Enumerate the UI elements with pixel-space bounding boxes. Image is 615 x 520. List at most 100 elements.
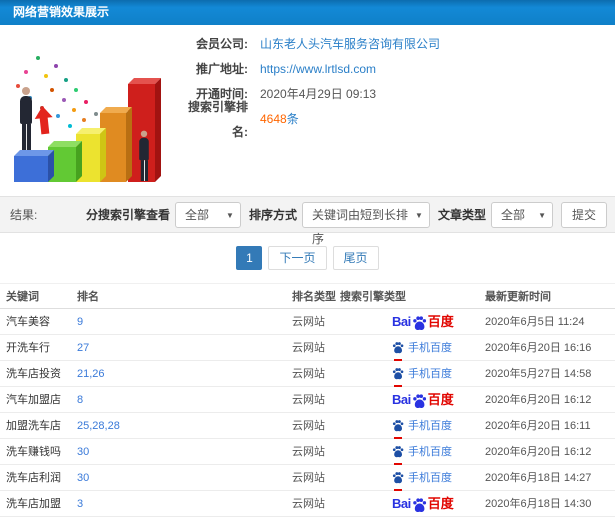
up-arrow-icon	[33, 105, 54, 137]
rank-type-cell: 云网站	[292, 316, 325, 328]
mobile-baidu-label: 手机百度	[408, 472, 452, 484]
baidu-paw-icon	[392, 367, 404, 379]
mobile-baidu-icon	[392, 413, 404, 439]
baidu-logo-cn: 百度	[427, 496, 454, 511]
engine-type-cell: 手机百度	[340, 335, 485, 361]
article-type-label: 文章类型	[437, 208, 486, 222]
pagination: 1 下一页 尾页	[0, 233, 615, 283]
sort-select[interactable]: 关键词由短到长排序 ▼	[301, 201, 430, 246]
baidu-logo-text: Bai	[392, 392, 411, 407]
company-name-link[interactable]: 山东老人头汽车服务咨询有限公司	[260, 32, 440, 57]
update-time-cell: 2020年6月20日 16:12	[485, 394, 592, 406]
article-type-select-value: 全部	[500, 207, 525, 222]
mobile-baidu-icon	[392, 439, 404, 465]
info-section: 会员公司: 山东老人头汽车服务咨询有限公司 推广地址: https://www.…	[0, 25, 615, 196]
table-row: 汽车加盟店 8 云网站 Bai 百度 2020年6月20日 16:12	[0, 387, 615, 413]
rank-link[interactable]: 21,26	[77, 361, 292, 386]
table-header-row: 关键词 排名 排名类型 搜索引擎类型 最新更新时间	[0, 283, 615, 309]
engine-type-cell: 手机百度	[340, 361, 485, 387]
header-rank: 排名	[77, 291, 99, 303]
baidu-paw-icon	[392, 341, 404, 353]
company-info: 会员公司: 山东老人头汽车服务咨询有限公司 推广地址: https://www.…	[180, 32, 440, 139]
url-label: 推广地址:	[196, 62, 248, 76]
rank-type-cell: 云网站	[292, 446, 325, 458]
rank-type-cell: 云网站	[292, 498, 325, 510]
last-page-button[interactable]: 尾页	[332, 246, 379, 270]
rank-link[interactable]: 25,28,28	[77, 413, 292, 438]
keyword-cell: 汽车加盟店	[6, 394, 61, 406]
engine-type-cell: 手机百度	[340, 439, 485, 465]
update-time-cell: 2020年6月20日 16:11	[485, 420, 591, 432]
table-row: 汽车美容 9 云网站 Bai 百度 2020年6月5日 11:24	[0, 309, 615, 335]
rank-link[interactable]: 3	[77, 491, 292, 516]
engine-filter-label: 分搜索引擎查看	[85, 208, 170, 222]
engine-type-cell: 手机百度	[340, 465, 485, 491]
info-row-url: 推广地址: https://www.lrtlsd.com	[180, 57, 440, 82]
engine-type-cell: Bai 百度	[340, 491, 485, 516]
mobile-baidu-icon	[392, 465, 404, 491]
chevron-down-icon: ▼	[226, 210, 234, 220]
engine-type-cell: Bai 百度	[340, 309, 485, 334]
result-label: 结果:	[10, 208, 38, 222]
rank-link[interactable]: 30	[77, 439, 292, 464]
table-body: 汽车美容 9 云网站 Bai 百度 2020年6月5日 11:24 开洗车行 27…	[0, 309, 615, 517]
bar-blue	[14, 156, 48, 182]
header-rank-type: 排名类型	[292, 291, 336, 303]
engine-select-value: 全部	[184, 207, 209, 222]
confetti-dots	[10, 40, 14, 44]
filter-group: 分搜索引擎查看 全部 ▼ 排序方式 关键词由短到长排序 ▼ 文章类型 全部 ▼ …	[78, 201, 607, 246]
baidu-paw-icon	[412, 316, 426, 331]
update-time-cell: 2020年6月20日 16:12	[485, 446, 592, 458]
baidu-paw-icon	[412, 498, 426, 513]
mobile-baidu-label: 手机百度	[408, 368, 452, 380]
info-row-rank-count: 搜索引擎排名: 4648 条	[180, 100, 440, 139]
rank-type-cell: 云网站	[292, 368, 325, 380]
rank-link[interactable]: 30	[77, 465, 292, 490]
page-title: 网络营销效果展示	[13, 5, 110, 19]
update-time-cell: 2020年6月20日 16:16	[485, 342, 592, 354]
table-row: 洗车店加盟 3 云网站 Bai 百度 2020年6月18日 14:30	[0, 491, 615, 517]
keyword-cell: 开洗车行	[6, 342, 50, 354]
submit-button[interactable]: 提交	[560, 201, 607, 228]
article-type-select[interactable]: 全部 ▼	[490, 201, 553, 228]
info-row-company: 会员公司: 山东老人头汽车服务咨询有限公司	[180, 32, 440, 57]
keyword-cell: 洗车店利润	[6, 472, 61, 484]
rank-type-cell: 云网站	[292, 342, 325, 354]
engine-select[interactable]: 全部 ▼	[174, 201, 241, 228]
baidu-logo-text: Bai	[392, 314, 411, 329]
baidu-logo-cn: 百度	[427, 392, 454, 407]
keyword-cell: 加盟洗车店	[6, 420, 61, 432]
mobile-baidu-label: 手机百度	[408, 446, 452, 458]
update-time-cell: 2020年6月5日 11:24	[485, 316, 585, 328]
header-update-time: 最新更新时间	[485, 291, 551, 303]
rank-link[interactable]: 9	[77, 309, 292, 334]
baidu-logo-cn: 百度	[427, 314, 454, 329]
rank-count-label: 搜索引擎排名:	[187, 99, 248, 139]
mobile-baidu-icon	[392, 335, 404, 361]
open-time-value: 2020年4月29日 09:13	[260, 87, 377, 101]
page-button-current[interactable]: 1	[236, 246, 263, 270]
page: 网络营销效果展示 会员公司: 山东老人头汽车服务咨询有限公司 推广地址: htt…	[0, 0, 615, 520]
baidu-paw-icon	[412, 394, 426, 409]
update-time-cell: 2020年6月18日 14:30	[485, 498, 592, 510]
table-row: 洗车店利润 30 云网站 手机百度 2020年6月18日 14:27	[0, 465, 615, 491]
promo-url-link[interactable]: https://www.lrtlsd.com	[260, 57, 376, 82]
growth-chart-illustration	[2, 30, 180, 190]
table-row: 开洗车行 27 云网站 手机百度 2020年6月20日 16:16	[0, 335, 615, 361]
rank-type-cell: 云网站	[292, 420, 325, 432]
sort-filter-label: 排序方式	[248, 208, 297, 222]
update-time-cell: 2020年6月18日 14:27	[485, 472, 592, 484]
header-engine-type: 搜索引擎类型	[340, 291, 406, 303]
chevron-down-icon: ▼	[415, 210, 423, 220]
mobile-baidu-icon	[392, 361, 404, 387]
baidu-paw-icon	[392, 445, 404, 457]
rank-count-unit: 条	[286, 112, 299, 126]
rank-link[interactable]: 27	[77, 335, 292, 360]
baidu-paw-icon	[392, 471, 404, 483]
titlebar: 网络营销效果展示	[0, 0, 615, 25]
rank-link[interactable]: 8	[77, 387, 292, 412]
ranking-table: 关键词 排名 排名类型 搜索引擎类型 最新更新时间 汽车美容 9 云网站 Bai…	[0, 283, 615, 517]
rank-type-cell: 云网站	[292, 394, 325, 406]
baidu-paw-icon	[392, 419, 404, 431]
keyword-cell: 汽车美容	[6, 316, 50, 328]
